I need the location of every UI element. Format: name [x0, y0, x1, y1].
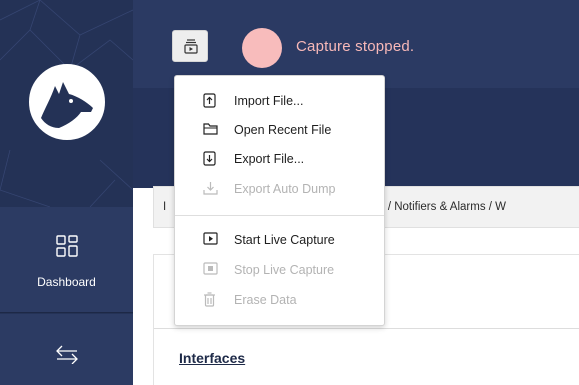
capture-dropdown-menu: Import File... Open Recent File Export F…: [174, 75, 385, 326]
logo-area: [0, 0, 133, 207]
sidebar-item-dashboard[interactable]: [0, 207, 133, 313]
trash-icon: [204, 292, 215, 307]
capture-status-indicator: [242, 28, 282, 68]
folder-icon: [203, 123, 218, 135]
dog-head-logo-icon: [33, 68, 101, 136]
import-file-icon: [203, 93, 216, 108]
menu-item-export-auto-dump[interactable]: Export Auto Dump: [175, 176, 384, 202]
capture-file-icon: [184, 39, 198, 54]
menu-item-label: Start Live Capture: [234, 233, 335, 247]
menu-item-stop-live-capture[interactable]: Stop Live Capture: [175, 257, 384, 283]
menu-item-label: Import File...: [234, 94, 304, 108]
sidebar: Dashboard: [0, 0, 133, 385]
capture-menu-button[interactable]: [172, 30, 208, 62]
menu-item-label: Erase Data: [234, 293, 297, 307]
app-logo[interactable]: [29, 64, 105, 140]
menu-item-start-live-capture[interactable]: Start Live Capture: [175, 227, 384, 253]
download-icon: [203, 182, 218, 195]
menu-item-erase-data[interactable]: Erase Data: [175, 287, 384, 313]
menu-item-label: Stop Live Capture: [234, 263, 335, 277]
menu-item-open-recent[interactable]: Open Recent File: [175, 117, 384, 143]
menu-item-label: Export File...: [234, 152, 305, 166]
export-file-icon: [203, 151, 216, 166]
card-divider: [154, 328, 579, 329]
menu-item-label: Export Auto Dump: [234, 182, 336, 196]
play-icon: [203, 232, 218, 245]
dashboard-grid-icon: [56, 235, 78, 257]
capture-status-text: Capture stopped.: [296, 38, 415, 55]
breadcrumb-start[interactable]: I: [163, 201, 166, 213]
menu-item-import-file[interactable]: Import File...: [175, 88, 384, 114]
section-title-interfaces[interactable]: Interfaces: [179, 350, 245, 366]
menu-separator: [175, 215, 384, 216]
swap-arrows-icon: [56, 345, 78, 364]
sidebar-item-label: Dashboard: [37, 275, 96, 289]
sidebar-item-transfer[interactable]: [0, 314, 133, 385]
menu-item-label: Open Recent File: [234, 123, 332, 137]
menu-item-export-file[interactable]: Export File...: [175, 146, 384, 172]
stop-icon: [203, 262, 218, 275]
breadcrumb-path[interactable]: ure / Notifiers & Alarms / W: [368, 201, 506, 213]
